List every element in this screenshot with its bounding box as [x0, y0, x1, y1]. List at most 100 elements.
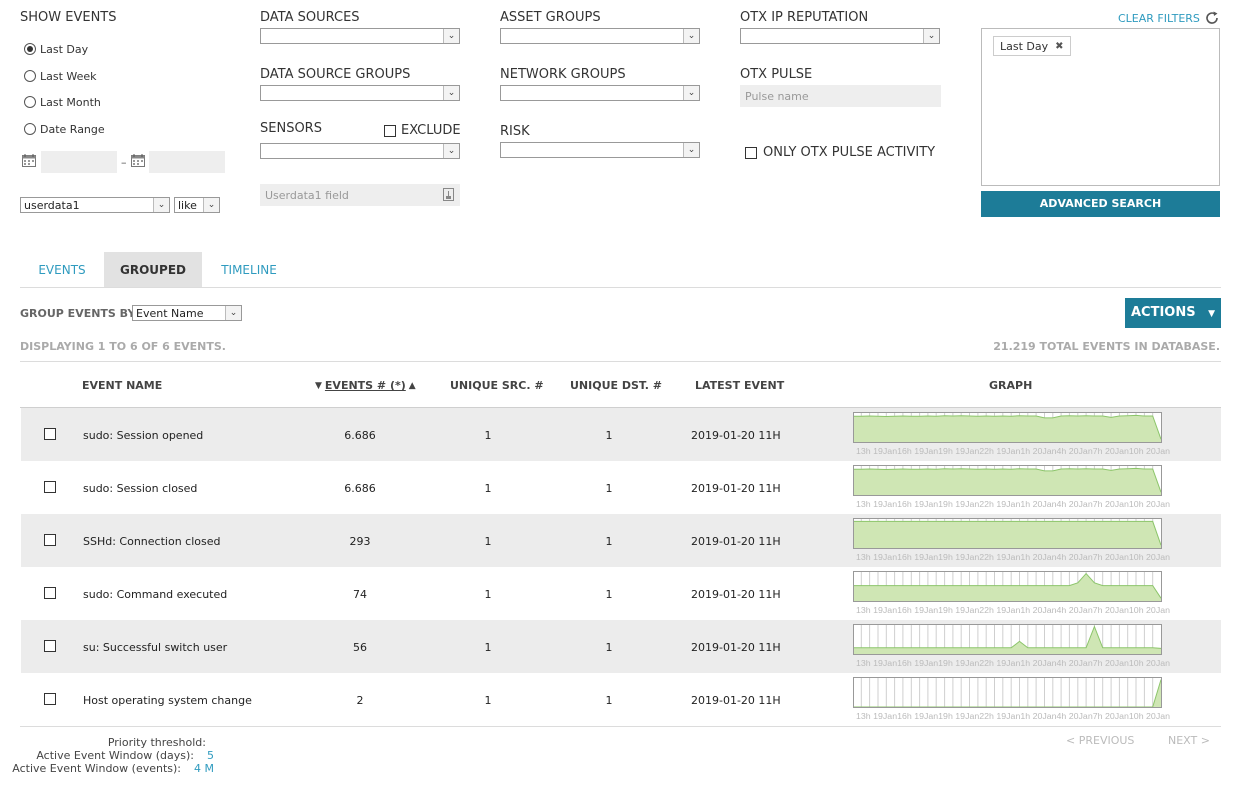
column-latest-event[interactable]: LATEST EVENT: [695, 379, 784, 392]
table-row[interactable]: SSHd: Connection closed 293 1 1 2019-01-20 1…: [21, 514, 1221, 567]
radio-button[interactable]: [24, 70, 36, 82]
event-name-cell[interactable]: Host operating system change: [83, 694, 303, 707]
radio-label: Last Day: [40, 42, 89, 56]
radio-last-week[interactable]: Last Week: [24, 67, 105, 85]
event-graph: 13h 19Jan16h 19Jan19h 19Jan22h 19Jan1h 2…: [853, 624, 1173, 671]
actions-button[interactable]: ACTIONS ▼: [1125, 298, 1221, 328]
data-sources-select[interactable]: ⌄: [260, 28, 460, 44]
chevron-down-icon: ⌄: [683, 86, 699, 100]
network-groups-select[interactable]: ⌄: [500, 85, 700, 101]
radio-button[interactable]: [24, 123, 36, 135]
table-row[interactable]: sudo: Command executed 74 1 1 2019-01-20 11H…: [21, 567, 1221, 620]
active-window-days-value[interactable]: 5: [207, 749, 214, 762]
events-count-cell: 74: [353, 588, 367, 601]
only-otx-label: ONLY OTX PULSE ACTIVITY: [763, 145, 936, 160]
unique-src-cell: 1: [484, 588, 492, 601]
events-count-cell: 2: [356, 694, 364, 707]
clear-filters-link[interactable]: CLEAR FILTERS: [1118, 12, 1200, 25]
tabs-divider: [20, 287, 1221, 288]
row-checkbox[interactable]: [44, 428, 56, 440]
event-name-cell[interactable]: SSHd: Connection closed: [83, 535, 303, 548]
operator-select[interactable]: like ⌄: [174, 197, 220, 213]
actions-label: ACTIONS: [1130, 305, 1196, 320]
exclude-checkbox[interactable]: [384, 124, 396, 137]
next-page-button[interactable]: NEXT >: [1168, 734, 1210, 747]
table-row[interactable]: sudo: Session opened 6.686 1 1 2019-01-20 11…: [21, 408, 1221, 461]
row-checkbox[interactable]: [44, 693, 56, 705]
row-checkbox[interactable]: [44, 481, 56, 493]
group-by-select[interactable]: Event Name ⌄: [132, 305, 242, 321]
displaying-count: DISPLAYING 1 TO 6 OF 6 EVENTS.: [20, 340, 226, 353]
exclude-toggle[interactable]: EXCLUDE: [384, 123, 461, 138]
asset-groups-select[interactable]: ⌄: [500, 28, 700, 44]
event-name-cell[interactable]: sudo: Session closed: [83, 482, 303, 495]
table-bottom-divider: [20, 726, 1221, 727]
userdata-field-input[interactable]: Userdata1 field: [260, 184, 460, 206]
column-event-name[interactable]: EVENT NAME: [82, 379, 162, 392]
close-icon[interactable]: ✖: [1055, 41, 1063, 52]
calendar-icon[interactable]: [131, 154, 145, 167]
radio-last-month[interactable]: Last Month: [24, 93, 105, 111]
filter-tag-label: Last Day: [1000, 39, 1049, 53]
unique-src-cell: 1: [484, 482, 492, 495]
chevron-down-icon: ⌄: [443, 86, 459, 100]
radio-button[interactable]: [24, 96, 36, 108]
events-count-cell: 6.686: [344, 429, 376, 442]
sensors-select[interactable]: ⌄: [260, 143, 460, 159]
chevron-down-icon: ⌄: [443, 144, 459, 158]
row-checkbox[interactable]: [44, 534, 56, 546]
sort-desc-icon[interactable]: ▼: [315, 381, 322, 391]
column-unique-dst[interactable]: UNIQUE DST. #: [570, 379, 662, 392]
date-to-input[interactable]: [149, 151, 225, 173]
chevron-down-icon: ⌄: [923, 29, 939, 43]
total-events-count: 21.219 TOTAL EVENTS IN DATABASE.: [993, 340, 1220, 353]
row-checkbox[interactable]: [44, 640, 56, 652]
unique-dst-cell: 1: [605, 694, 613, 707]
row-checkbox[interactable]: [44, 587, 56, 599]
chevron-down-icon: ⌄: [225, 306, 241, 320]
show-events-title: SHOW EVENTS: [20, 10, 117, 25]
previous-page-button[interactable]: < PREVIOUS: [1066, 734, 1134, 747]
unique-src-cell: 1: [484, 535, 492, 548]
column-events-count[interactable]: ▼ EVENTS # (*) ▲: [315, 379, 416, 392]
chevron-down-icon: ⌄: [153, 198, 169, 212]
sort-asc-icon[interactable]: ▲: [409, 381, 416, 391]
event-name-cell[interactable]: su: Successful switch user: [83, 641, 303, 654]
asset-groups-label: ASSET GROUPS: [500, 10, 601, 25]
otx-ip-reputation-select[interactable]: ⌄: [740, 28, 940, 44]
svg-text:13h 19Jan16h 19Jan19h 19Jan22h: 13h 19Jan16h 19Jan19h 19Jan22h 19Jan1h 2…: [856, 447, 1170, 456]
calendar-icon[interactable]: [22, 154, 36, 167]
unique-dst-cell: 1: [605, 429, 613, 442]
advanced-search-button[interactable]: ADVANCED SEARCH: [981, 191, 1220, 217]
tab-timeline[interactable]: TIMELINE: [206, 252, 292, 288]
chevron-down-icon: ⌄: [443, 29, 459, 43]
event-name-cell[interactable]: sudo: Command executed: [83, 588, 303, 601]
tab-grouped[interactable]: GROUPED: [104, 252, 202, 288]
data-source-groups-select[interactable]: ⌄: [260, 85, 460, 101]
active-window-events-value[interactable]: 4 M: [194, 762, 214, 775]
column-unique-src[interactable]: UNIQUE SRC. #: [450, 379, 544, 392]
unique-src-cell: 1: [484, 429, 492, 442]
userdata-field-placeholder: Userdata1 field: [265, 189, 349, 202]
refresh-icon[interactable]: [1204, 10, 1220, 26]
radio-button[interactable]: [24, 43, 36, 55]
latest-event-cell: 2019-01-20 11H: [691, 429, 781, 442]
risk-select[interactable]: ⌄: [500, 142, 700, 158]
radio-last-day[interactable]: Last Day: [24, 40, 105, 58]
tab-events[interactable]: EVENTS: [22, 252, 102, 288]
date-from-input[interactable]: [41, 151, 117, 173]
event-name-cell[interactable]: sudo: Session opened: [83, 429, 303, 442]
only-otx-checkbox[interactable]: [745, 146, 757, 159]
latest-event-cell: 2019-01-20 11H: [691, 482, 781, 495]
file-icon[interactable]: [443, 188, 454, 201]
table-row[interactable]: sudo: Session closed 6.686 1 1 2019-01-20 11…: [21, 461, 1221, 514]
unique-dst-cell: 1: [605, 535, 613, 548]
unique-dst-cell: 1: [605, 482, 613, 495]
table-row[interactable]: su: Successful switch user 56 1 1 2019-01-20…: [21, 620, 1221, 673]
priority-threshold-label: Priority threshold:: [107, 736, 206, 749]
radio-date-range[interactable]: Date Range: [24, 120, 105, 138]
only-otx-toggle[interactable]: ONLY OTX PULSE ACTIVITY: [745, 145, 935, 160]
otx-pulse-input[interactable]: Pulse name: [740, 85, 941, 107]
userdata-select[interactable]: userdata1 ⌄: [20, 197, 170, 213]
table-row[interactable]: Host operating system change 2 1 1 2019-01-2…: [21, 673, 1221, 726]
